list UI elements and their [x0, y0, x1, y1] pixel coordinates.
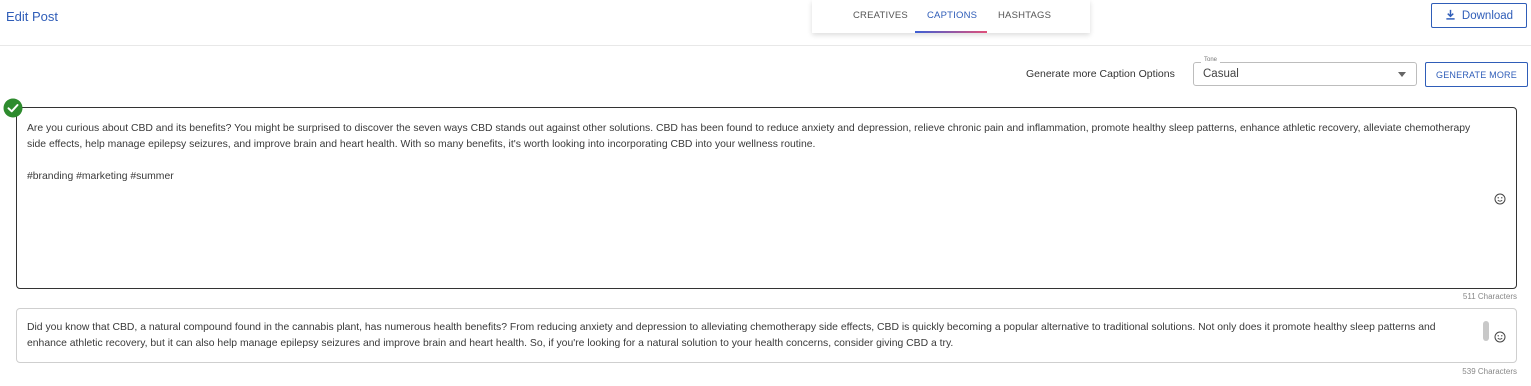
generate-more-button[interactable]: GENERATE MORE [1425, 62, 1528, 87]
tab-hashtags[interactable]: HASHTAGS [998, 10, 1051, 21]
tone-value: Casual [1203, 68, 1239, 80]
header-bar: Edit Post CREATIVES CAPTIONS HASHTAGS Do… [0, 0, 1531, 46]
tone-label: Tone [1201, 57, 1221, 63]
emoji-icon[interactable] [1494, 192, 1506, 205]
caret-down-icon [1398, 72, 1406, 77]
caption-text[interactable]: Did you know that CBD, a natural compoun… [27, 320, 1477, 352]
download-label: Download [1461, 9, 1514, 22]
character-count: 539 Characters [1462, 367, 1517, 376]
tab-bar: CREATIVES CAPTIONS HASHTAGS [812, 0, 1090, 33]
tab-creatives[interactable]: CREATIVES [853, 10, 908, 21]
active-tab-indicator [915, 31, 987, 33]
check-circle-icon [3, 98, 23, 118]
tone-select[interactable]: Tone Casual [1193, 57, 1417, 86]
download-icon [1445, 9, 1456, 23]
caption-text[interactable]: Are you curious about CBD and its benefi… [27, 121, 1477, 185]
character-count: 511 Characters [1462, 292, 1517, 301]
download-button[interactable]: Download [1431, 3, 1527, 28]
generate-options-label: Generate more Caption Options [1026, 68, 1175, 80]
page-title: Edit Post [6, 9, 59, 24]
emoji-icon[interactable] [1494, 330, 1506, 343]
scrollbar-thumb[interactable] [1483, 321, 1489, 341]
caption-option-2[interactable]: Did you know that CBD, a natural compoun… [16, 308, 1517, 363]
tab-captions[interactable]: CAPTIONS [927, 10, 977, 21]
caption-option-1[interactable]: Are you curious about CBD and its benefi… [16, 107, 1517, 289]
